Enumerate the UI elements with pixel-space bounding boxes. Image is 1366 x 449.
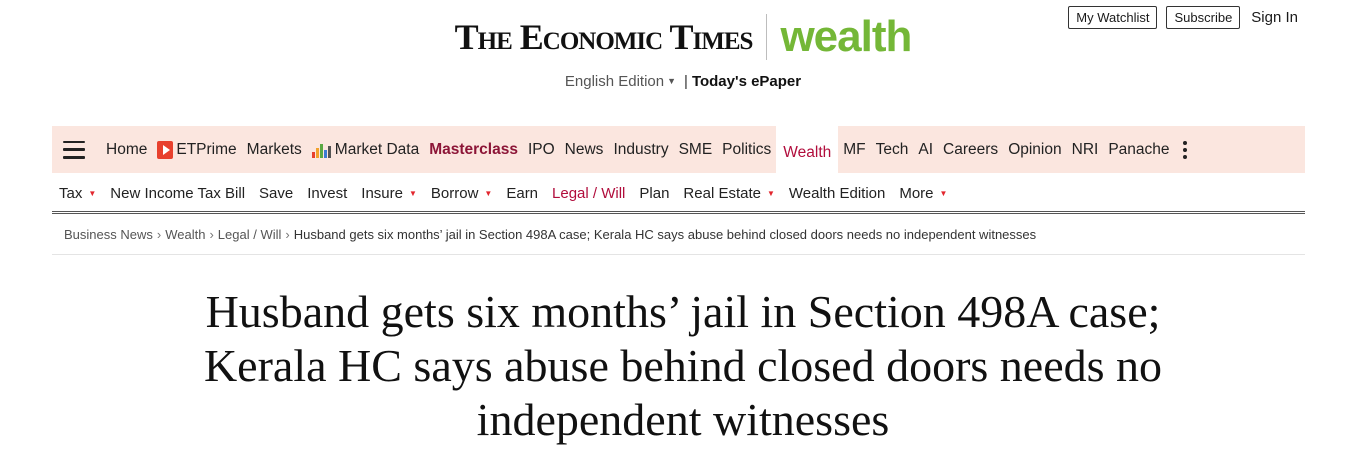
wealth-section-logo[interactable]: wealth (780, 14, 912, 60)
subnav-label: Save (259, 184, 294, 202)
nav-item-nri[interactable]: NRI (1067, 126, 1104, 173)
nav-label: Panache (1108, 140, 1170, 158)
breadcrumb-separator: › (209, 227, 214, 242)
nav-label: News (564, 140, 604, 158)
subnav-label: Plan (639, 184, 670, 202)
nav-label: Politics (722, 140, 772, 158)
divider (52, 211, 1305, 212)
sub-navigation: Tax ▼ New Income Tax Bill Save Invest Ins… (52, 178, 1305, 208)
breadcrumb: Business News › Wealth › Legal / Will › Husban… (64, 227, 1036, 242)
subnav-label: Real Estate (683, 184, 761, 202)
subnav-item-borrow[interactable]: Borrow ▼ (424, 185, 499, 202)
breadcrumb-separator: › (156, 227, 162, 242)
nav-item-tech[interactable]: Tech (871, 126, 914, 173)
subnav-label: Invest (307, 184, 348, 202)
etprime-icon (157, 140, 174, 159)
kebab-icon[interactable] (1179, 140, 1191, 159)
nav-item-ai[interactable]: AI (913, 126, 938, 173)
nav-label: Careers (943, 140, 999, 158)
subnav-item-earn[interactable]: Earn (499, 185, 545, 202)
subnav-item-real-estate[interactable]: Real Estate ▼ (676, 185, 781, 202)
dropdown-arrow-icon: ▼ (408, 188, 417, 198)
breadcrumb-link[interactable]: Business News (64, 227, 153, 242)
edition-bar: English Edition ▼ | Today's ePaper (0, 73, 1366, 90)
subnav-item-plan[interactable]: Plan (632, 185, 676, 202)
edition-selector[interactable]: English Edition ▼ (565, 73, 676, 90)
nav-label: Industry (613, 140, 669, 158)
divider (52, 254, 1305, 255)
dropdown-arrow-icon: ▼ (939, 188, 948, 198)
nav-item-politics[interactable]: Politics (717, 126, 776, 173)
subnav-label: More (899, 184, 934, 202)
chart-icon (311, 141, 331, 158)
nav-item-news[interactable]: News (560, 126, 609, 173)
nav-item-home[interactable]: Home (101, 126, 152, 173)
caret-down-icon: ▼ (667, 76, 677, 86)
nav-label: IPO (527, 140, 555, 158)
hamburger-icon[interactable] (63, 140, 85, 159)
subnav-item-insure[interactable]: Insure ▼ (354, 185, 424, 202)
nav-item-careers[interactable]: Careers (938, 126, 1003, 173)
subnav-item-wealth-edition[interactable]: Wealth Edition (782, 185, 892, 202)
edition-separator: | (684, 73, 688, 90)
edition-label: English Edition (564, 73, 665, 90)
subnav-item-invest[interactable]: Invest (300, 185, 354, 202)
nav-item-opinion[interactable]: Opinion (1003, 126, 1066, 173)
logo-divider (766, 14, 768, 60)
todays-epaper-link[interactable]: Today's ePaper (692, 73, 801, 90)
dropdown-arrow-icon: ▼ (766, 188, 775, 198)
nav-label: Tech (875, 140, 909, 158)
divider (52, 213, 1305, 214)
nav-label: ETPrime (176, 140, 237, 158)
subnav-item-tax[interactable]: Tax ▼ (52, 185, 103, 202)
subnav-item-legal-will[interactable]: Legal / Will (545, 185, 632, 202)
nav-item-panache[interactable]: Panache (1103, 126, 1174, 173)
nav-item-wealth[interactable]: Wealth (776, 126, 839, 173)
dropdown-arrow-icon: ▼ (88, 188, 97, 198)
nav-item-masterclass[interactable]: Masterclass (424, 126, 523, 173)
masthead: The Economic Times wealth (0, 14, 1366, 60)
breadcrumb-link[interactable]: Wealth (165, 227, 205, 242)
nav-label: Opinion (1008, 140, 1062, 158)
nav-label: Home (106, 140, 148, 158)
nav-label: AI (918, 140, 934, 158)
subnav-label: New Income Tax Bill (110, 184, 246, 202)
article-headline: Husband gets six months’ jail in Section… (203, 286, 1163, 445)
dropdown-arrow-icon: ▼ (484, 188, 493, 198)
nav-item-etprime[interactable]: ETPrime (152, 126, 241, 173)
breadcrumb-current: Husband gets six months’ jail in Section… (293, 227, 1037, 242)
subnav-label: Insure (361, 184, 403, 202)
subnav-label: Earn (506, 184, 539, 202)
nav-item-markets[interactable]: Markets (242, 126, 307, 173)
subnav-item-new-income-tax-bill[interactable]: New Income Tax Bill (103, 185, 252, 202)
nav-label: Wealth (783, 143, 832, 161)
nav-label: Markets (246, 140, 302, 158)
subnav-label: Borrow (430, 184, 479, 202)
subnav-label: Wealth Edition (788, 184, 886, 202)
breadcrumb-link[interactable]: Legal / Will (218, 227, 282, 242)
nav-label: Masterclass (429, 140, 518, 158)
breadcrumb-separator: › (285, 227, 290, 242)
nav-label: NRI (1071, 140, 1099, 158)
nav-label: SME (678, 140, 713, 158)
main-navigation: Home ETPrime Markets Market Data Masterc… (52, 126, 1305, 173)
nav-label: Market Data (334, 140, 420, 158)
nav-label: MF (843, 140, 866, 158)
subnav-label: Tax (59, 184, 83, 202)
nav-item-mf[interactable]: MF (838, 126, 870, 173)
nav-item-market-data[interactable]: Market Data (307, 126, 424, 173)
nav-item-sme[interactable]: SME (674, 126, 718, 173)
subnav-item-save[interactable]: Save (252, 185, 300, 202)
nav-item-ipo[interactable]: IPO (523, 126, 560, 173)
nav-item-industry[interactable]: Industry (608, 126, 673, 173)
subnav-label: Legal / Will (552, 184, 626, 202)
subnav-item-more[interactable]: More ▼ (892, 185, 954, 202)
economic-times-logo[interactable]: The Economic Times (455, 16, 754, 58)
